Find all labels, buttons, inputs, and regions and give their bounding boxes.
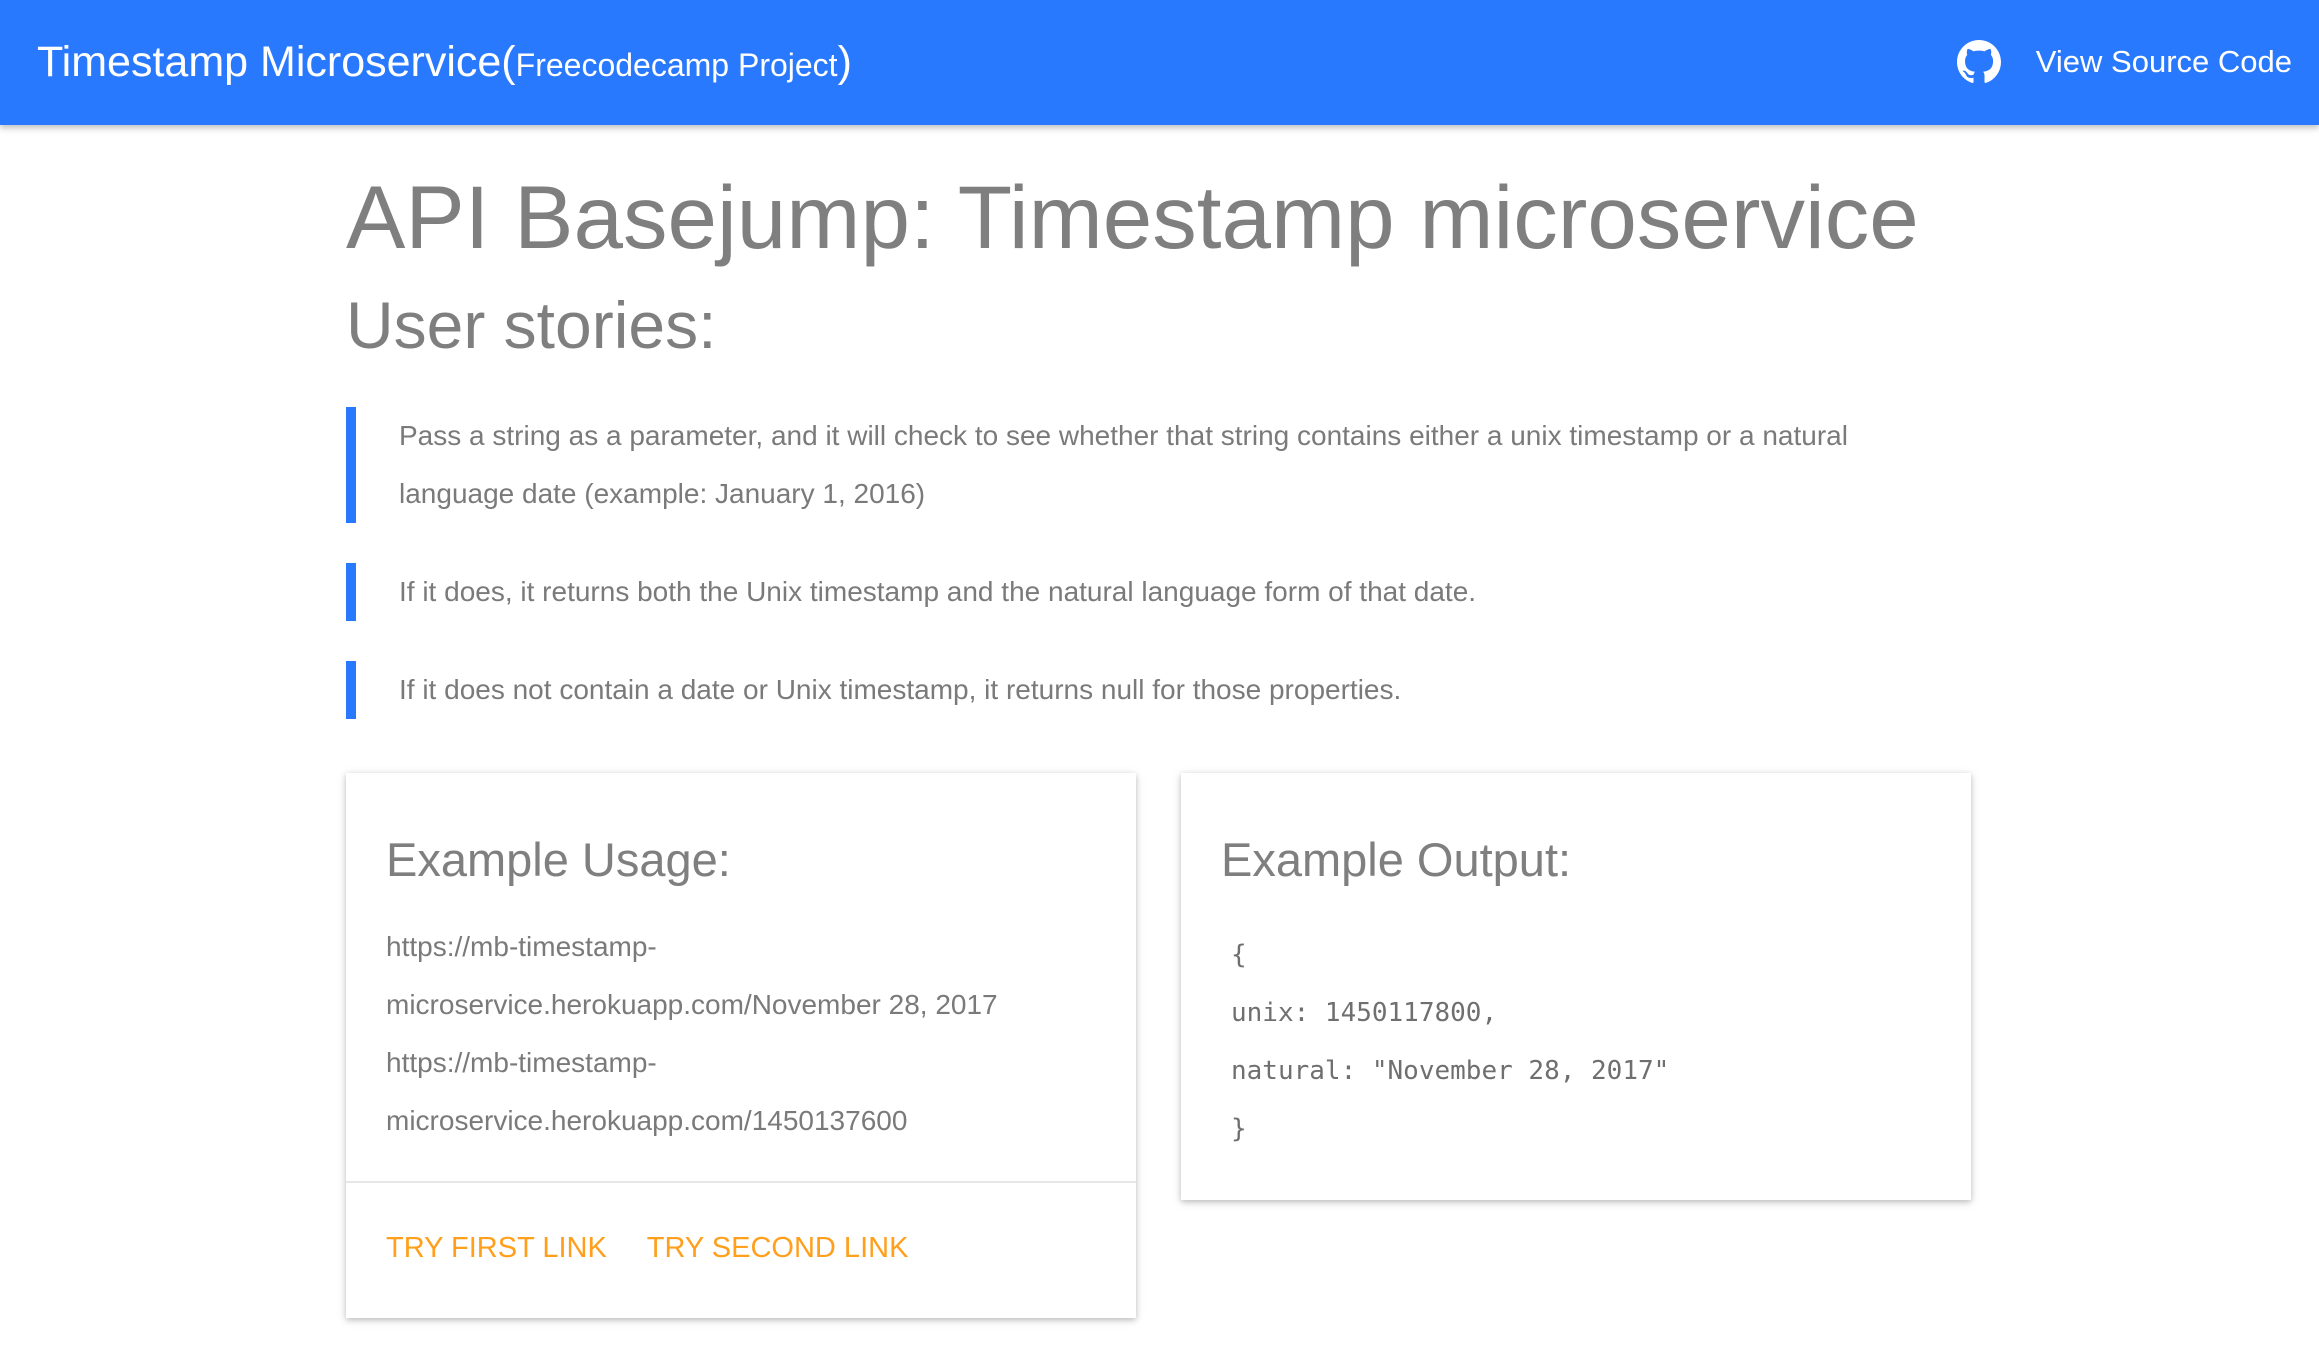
example-usage-body: https://mb-timestamp-microservice.heroku…: [386, 918, 1106, 1150]
github-icon: [1956, 40, 2001, 84]
code-line: natural: "November 28, 2017": [1231, 1056, 1670, 1086]
view-source-link[interactable]: View Source Code: [1956, 36, 2292, 88]
code-line: }: [1231, 1114, 1247, 1144]
example-url-2: https://mb-timestamp-microservice.heroku…: [386, 1047, 908, 1136]
card-divider: [346, 1181, 1136, 1183]
example-url-1: https://mb-timestamp-microservice.heroku…: [386, 931, 998, 1020]
page-title: API Basejump: Timestamp microservice: [346, 167, 1919, 267]
user-story-3: If it does not contain a date or Unix ti…: [346, 661, 1959, 719]
card-actions: TRY FIRST LINK TRY SECOND LINK: [386, 1228, 908, 1268]
brand-sub-text: Freecodecamp Project: [515, 47, 838, 83]
brand-main-text: Timestamp Microservice(: [37, 38, 516, 86]
try-second-link-button[interactable]: TRY SECOND LINK: [647, 1228, 909, 1268]
code-line: {: [1231, 940, 1247, 970]
example-output-card: Example Output: { unix: 1450117800, natura…: [1181, 773, 1971, 1200]
code-line: unix: 1450117800,: [1231, 998, 1498, 1028]
example-usage-card: Example Usage: https://mb-timestamp-micr…: [346, 773, 1136, 1318]
view-source-label: View Source Code: [2035, 44, 2292, 79]
example-usage-title: Example Usage:: [386, 833, 731, 886]
example-output-code: { unix: 1450117800, natural: "November 28,…: [1231, 926, 1669, 1158]
try-first-link-button[interactable]: TRY FIRST LINK: [386, 1228, 607, 1268]
user-story-1: Pass a string as a parameter, and it wil…: [346, 407, 1959, 523]
user-story-2: If it does, it returns both the Unix tim…: [346, 563, 1959, 621]
user-stories-heading: User stories:: [346, 288, 717, 362]
brand-close-text: ): [837, 38, 852, 86]
brand-title[interactable]: Timestamp Microservice(Freecodecamp Proj…: [37, 34, 852, 93]
example-output-title: Example Output:: [1221, 833, 1572, 886]
top-navbar: Timestamp Microservice(Freecodecamp Proj…: [0, 0, 2319, 125]
